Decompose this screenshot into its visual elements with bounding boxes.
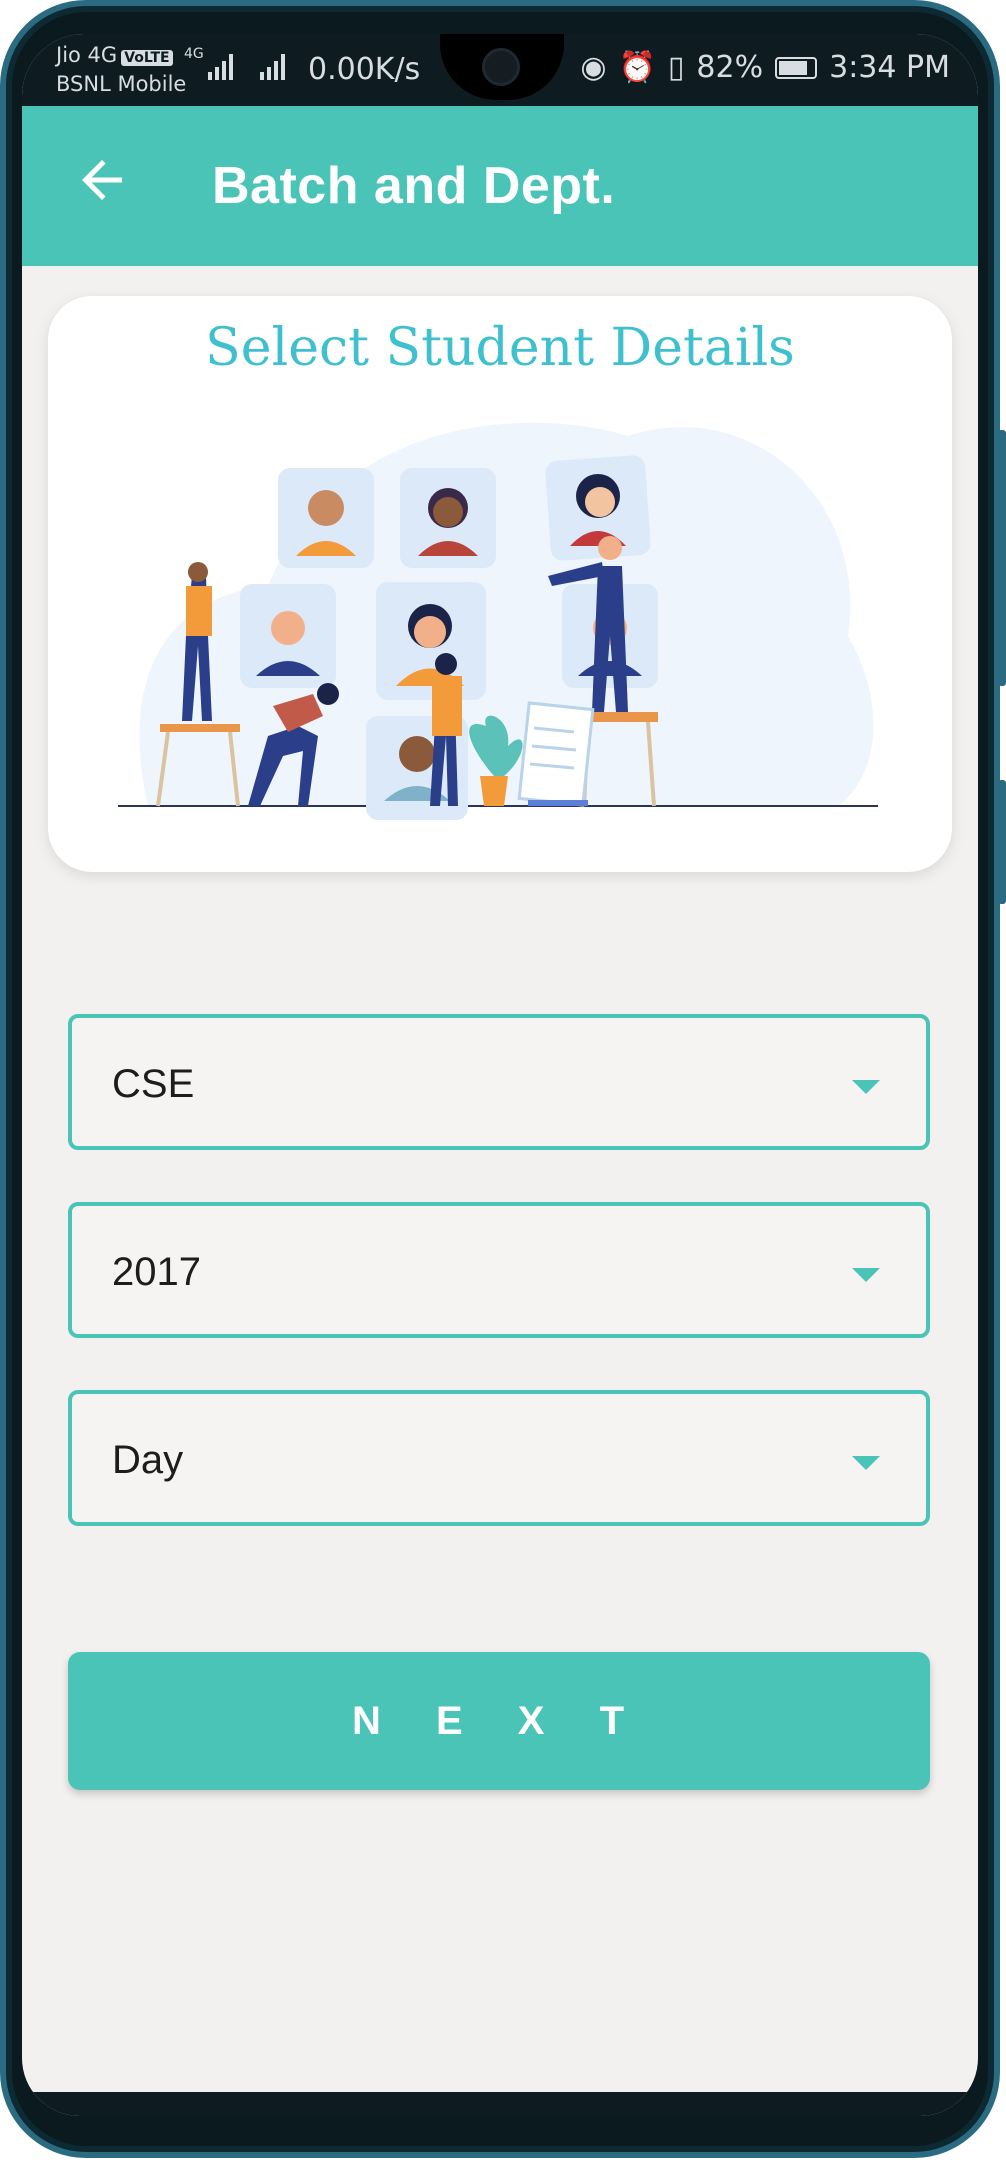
bottom-bezel [22,2092,978,2116]
students-illustration [118,422,878,820]
volte-badge: VoLTE [121,50,173,66]
status-bar: Jio 4G VoLTE BSNL Mobile 4G 0.00K/s ◉ ⏰ ▯… [22,34,978,106]
volume-button [998,430,1006,686]
battery-icon [775,56,818,79]
arrow-back-icon [82,160,122,200]
network-type-label: 4G [184,46,204,62]
status-indicators: ◉ ⏰ ▯ 82% 3:34 PM [580,50,950,85]
hero-title: Select Student Details [205,318,795,378]
signal-icon-1 [208,54,233,80]
page-title: Batch and Dept. [212,157,616,215]
shift-selected-value: Day [112,1438,184,1482]
plant-and-board [469,701,595,807]
batch-year-selected-value: 2017 [112,1250,201,1294]
carrier-1-label: Jio 4G [56,43,118,67]
next-button[interactable]: N E X T [68,1652,930,1790]
dropdown-arrow-icon [852,1080,880,1094]
department-dropdown[interactable]: CSE [68,1014,930,1150]
dropdown-arrow-icon [852,1456,880,1470]
battery-percent-label: 82% [696,50,764,85]
front-camera [482,48,520,86]
signal-icon-2 [260,54,285,80]
carrier-2-label: BSNL Mobile [56,72,187,96]
back-button[interactable] [72,150,132,210]
alarm-icon: ⏰ [618,50,656,85]
power-button [998,780,1006,904]
dropdown-arrow-icon [852,1268,880,1282]
carrier-info: Jio 4G VoLTE BSNL Mobile [56,42,186,97]
vibrate-icon: ▯ [667,50,685,85]
batch-year-dropdown[interactable]: 2017 [68,1202,930,1338]
phone-screen: Jio 4G VoLTE BSNL Mobile 4G 0.00K/s ◉ ⏰ ▯… [22,34,978,2116]
clock-label: 3:34 PM [829,50,950,85]
shift-dropdown[interactable]: Day [68,1390,930,1526]
department-selected-value: CSE [112,1062,195,1106]
hero-card: Select Student Details [48,296,952,872]
app-bar: Batch and Dept. [22,106,978,266]
eye-comfort-icon: ◉ [580,50,607,85]
net-speed-label: 0.00K/s [308,52,421,87]
